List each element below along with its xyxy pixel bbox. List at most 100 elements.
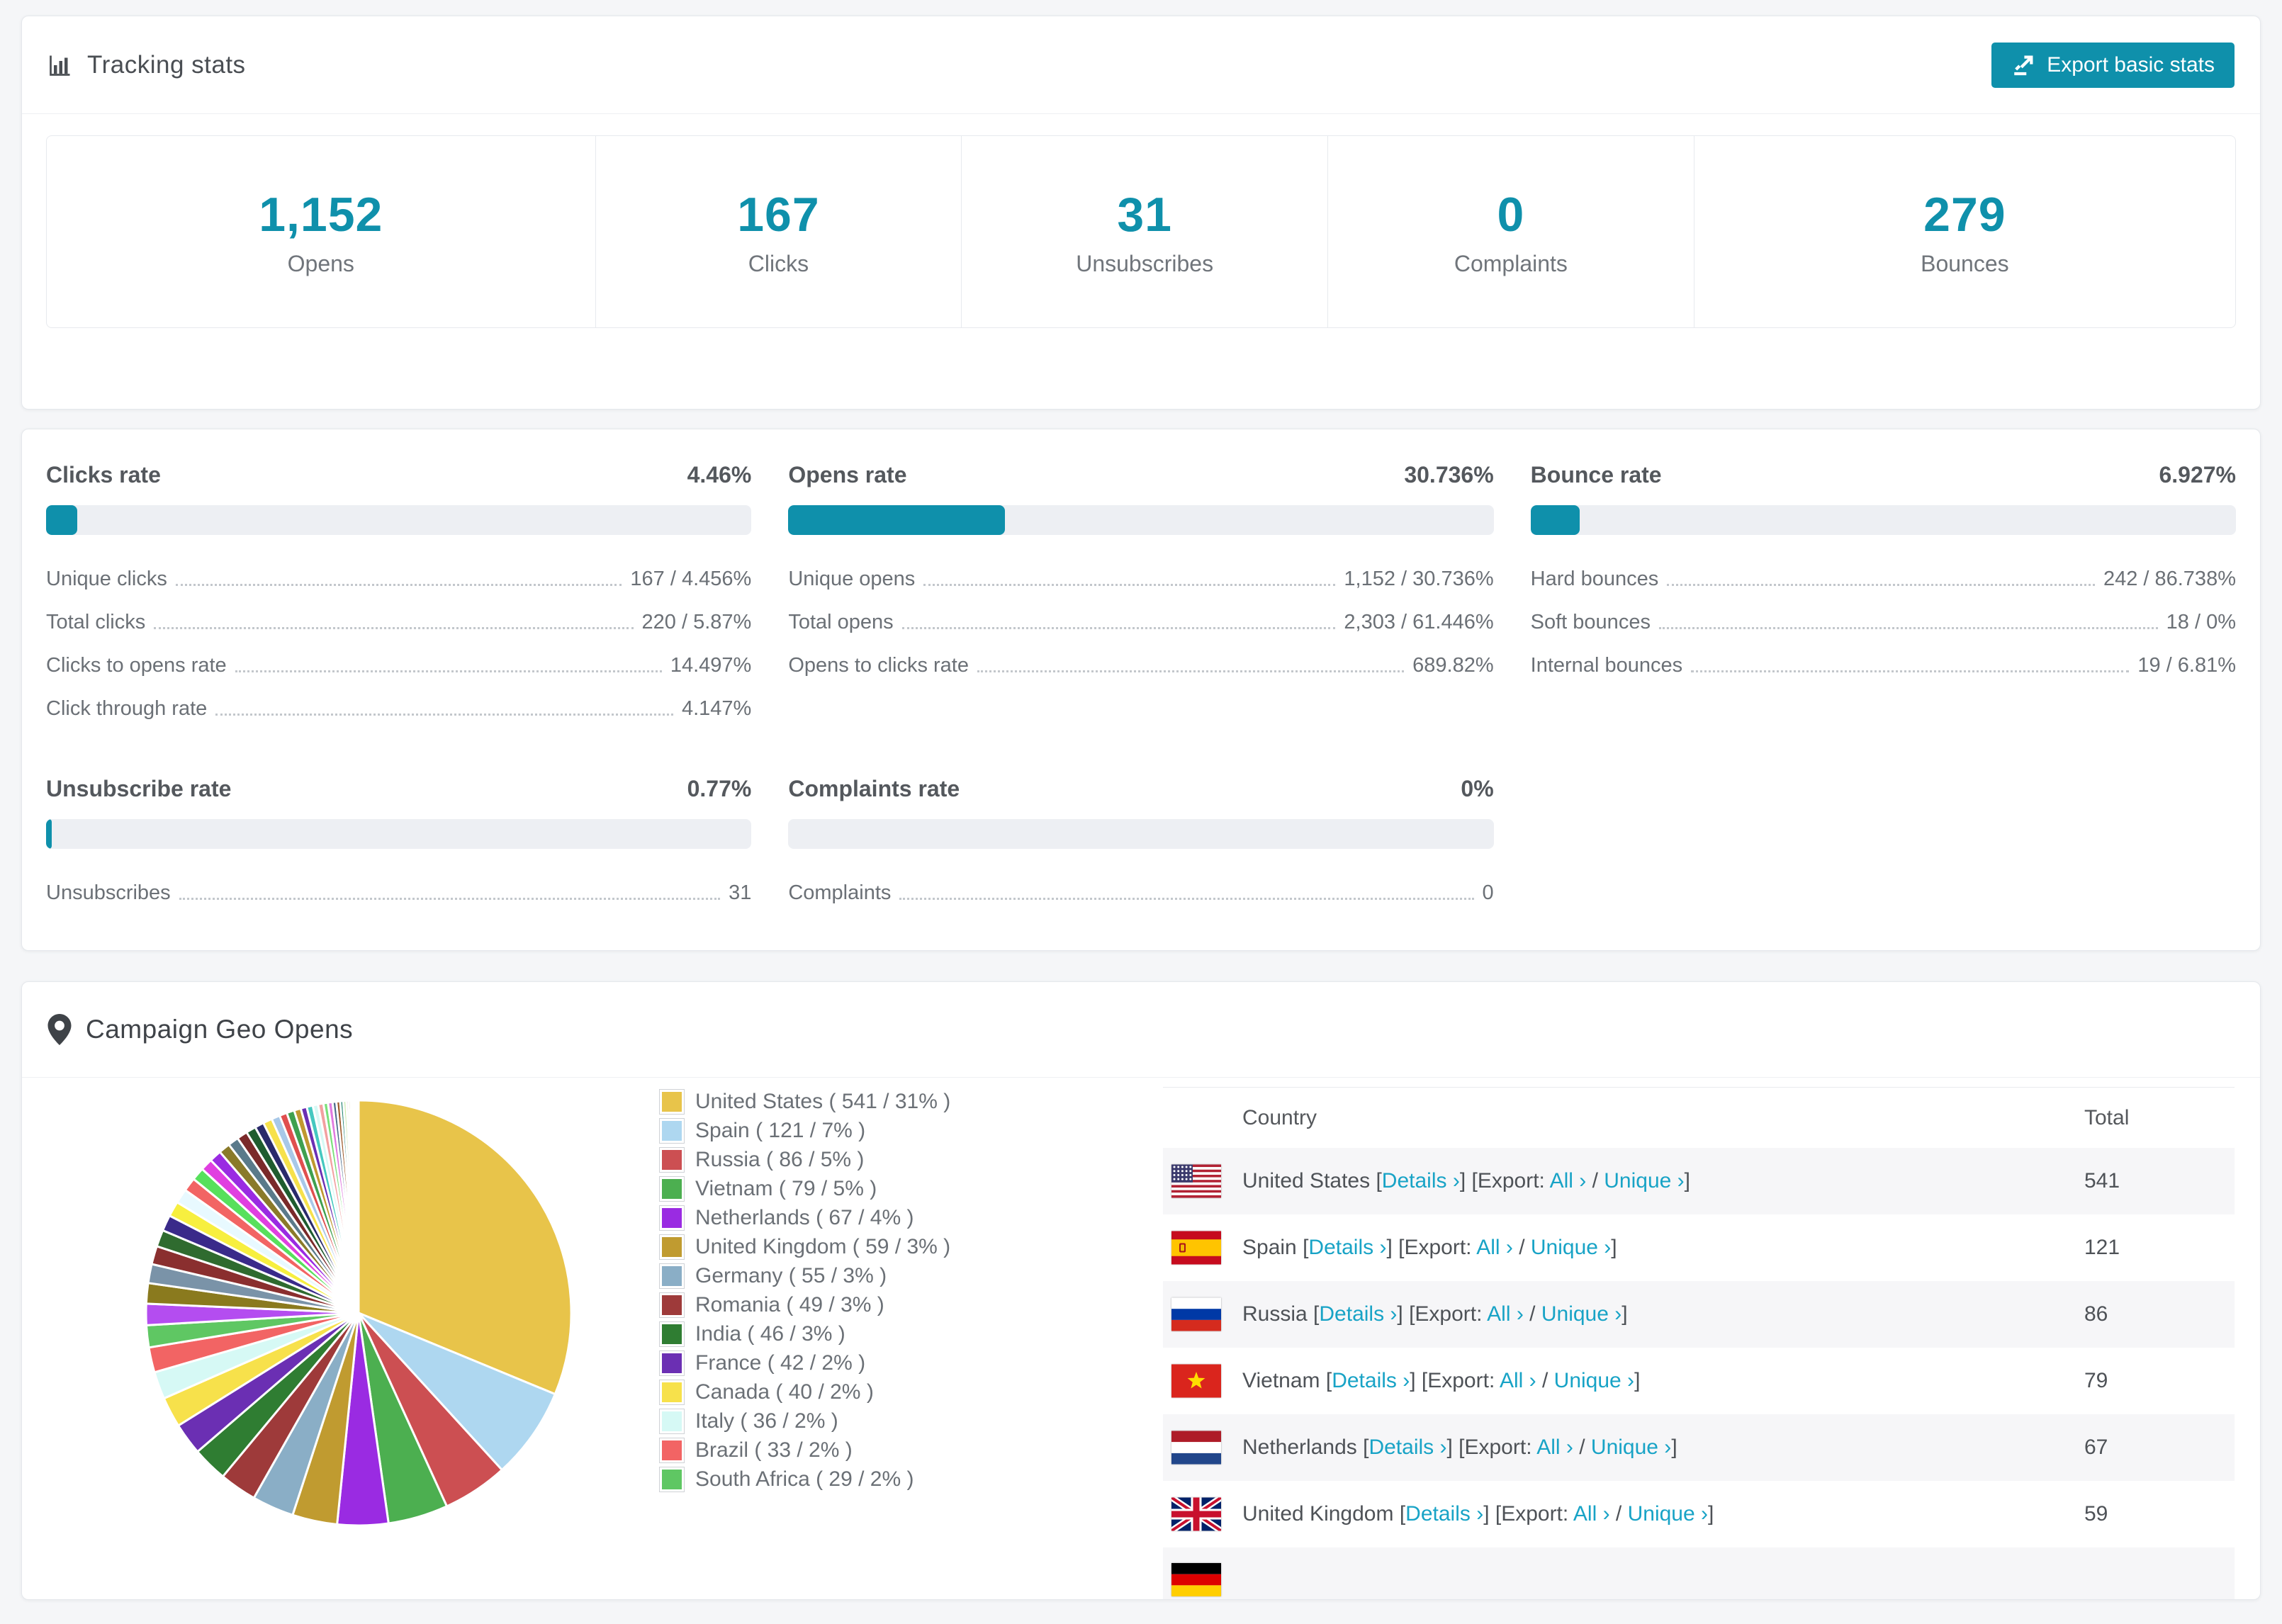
legend-label: Spain ( 121 / 7% ) — [695, 1118, 866, 1142]
country-cell: Russia [Details ›] [Export: All › / Uniq… — [1242, 1302, 1628, 1326]
legend-label: Romania ( 49 / 3% ) — [695, 1292, 884, 1316]
legend-swatch — [659, 1175, 685, 1202]
details-link[interactable]: Details › — [1319, 1302, 1397, 1326]
export-all-link[interactable]: All › — [1573, 1502, 1610, 1526]
legend-swatch — [659, 1437, 685, 1463]
rate-detail-value: 2,303 / 61.446% — [1344, 611, 1494, 633]
dotted-leader — [179, 898, 721, 900]
map-pin-icon — [47, 1014, 72, 1045]
rate-detail-label: Complaints — [788, 881, 892, 904]
legend-item-netherlands: Netherlands ( 67 / 4% ) — [659, 1203, 950, 1232]
rate-title: Clicks rate — [46, 462, 161, 487]
rate-detail-label: Unsubscribes — [46, 881, 171, 904]
rate-block-opens-rate: Opens rate 30.736% Unique opens 1,152 / … — [788, 462, 1494, 721]
legend-swatch — [659, 1466, 685, 1492]
stat-label: Bounces — [1921, 250, 2009, 276]
rate-detail-value: 18 / 0% — [2166, 611, 2236, 633]
dotted-leader — [175, 584, 622, 586]
export-unique-link[interactable]: Unique › — [1554, 1369, 1634, 1392]
legend-swatch — [659, 1292, 685, 1318]
legend-item-italy: Italy ( 36 / 2% ) — [659, 1406, 950, 1436]
stat-value: 0 — [1497, 187, 1525, 242]
geo-country-table: Country Total United States [Details ›] … — [1163, 1087, 2235, 1599]
country-name: Russia — [1242, 1302, 1308, 1326]
rate-detail-row: Complaints 0 — [788, 881, 1493, 905]
export-unique-link[interactable]: Unique › — [1604, 1169, 1684, 1192]
rate-detail-label: Hard bounces — [1530, 568, 1659, 590]
rate-progressbar — [788, 819, 1494, 849]
geo-table-row-us: United States [Details ›] [Export: All ›… — [1163, 1148, 2235, 1214]
column-country: Country — [1242, 1105, 1317, 1129]
country-name: Spain — [1242, 1236, 1297, 1259]
country-cell: Spain [Details ›] [Export: All › / Uniqu… — [1242, 1236, 1617, 1259]
legend-label: Italy ( 36 / 2% ) — [695, 1409, 838, 1433]
stat-label: Unsubscribes — [1076, 250, 1214, 276]
legend-label: United Kingdom ( 59 / 3% ) — [695, 1234, 951, 1258]
rate-title: Complaints rate — [788, 776, 960, 801]
export-all-link[interactable]: All › — [1536, 1436, 1573, 1459]
rate-percent: 0.77% — [687, 776, 752, 801]
legend-swatch — [659, 1379, 685, 1405]
legend-swatch — [659, 1117, 685, 1144]
rate-detail-row: Soft bounces 18 / 0% — [1531, 611, 2236, 634]
tracking-stats-card: Tracking stats Export basic stats 1,152 … — [21, 16, 2261, 410]
rate-percent: 6.927% — [2159, 462, 2236, 487]
details-link[interactable]: Details › — [1332, 1369, 1410, 1392]
legend-label: Canada ( 40 / 2% ) — [695, 1380, 874, 1404]
country-cell: United Kingdom [Details ›] [Export: All … — [1242, 1502, 1714, 1526]
dotted-leader — [923, 584, 1336, 586]
export-button-label: Export basic stats — [2047, 52, 2215, 77]
details-link[interactable]: Details › — [1382, 1169, 1460, 1192]
total-cell: 67 — [2084, 1436, 2108, 1459]
geo-table-row-nl: Netherlands [Details ›] [Export: All › /… — [1163, 1414, 2235, 1481]
legend-item-vietnam: Vietnam ( 79 / 5% ) — [659, 1174, 950, 1203]
stat-label: Clicks — [748, 250, 809, 276]
column-total: Total — [2084, 1105, 2130, 1129]
rate-detail-row: Unique clicks 167 / 4.456% — [46, 568, 751, 591]
flag-gb-icon — [1171, 1497, 1221, 1531]
rate-detail-label: Soft bounces — [1530, 611, 1651, 633]
stat-cell-opens: 1,152 Opens — [47, 136, 595, 327]
details-link[interactable]: Details › — [1308, 1236, 1386, 1259]
geo-table-row-de-partial — [1163, 1547, 2235, 1599]
rate-block-unsubscribe-rate: Unsubscribe rate 0.77% Unsubscribes 31 — [46, 776, 752, 905]
export-unique-link[interactable]: Unique › — [1591, 1436, 1671, 1459]
dotted-leader — [1691, 670, 2130, 672]
page-title: Tracking stats — [87, 50, 246, 79]
legend-item-united-states: United States ( 541 / 31% ) — [659, 1087, 951, 1116]
export-all-link[interactable]: All › — [1487, 1302, 1524, 1326]
export-basic-stats-button[interactable]: Export basic stats — [1991, 42, 2235, 88]
rate-progressbar-fill — [46, 819, 52, 849]
geo-table-row-gb: United Kingdom [Details ›] [Export: All … — [1163, 1481, 2235, 1547]
rates-card: Clicks rate 4.46% Unique clicks 167 / 4.… — [21, 429, 2261, 951]
export-all-link[interactable]: All › — [1476, 1236, 1513, 1259]
legend-swatch — [659, 1088, 685, 1115]
rate-detail-value: 1,152 / 30.736% — [1344, 568, 1494, 590]
rate-detail-row: Clicks to opens rate 14.497% — [46, 654, 751, 677]
rate-detail-label: Unique opens — [788, 568, 916, 590]
stat-value: 279 — [1923, 187, 2006, 242]
rate-progressbar-fill — [788, 505, 1006, 535]
rate-detail-value: 14.497% — [670, 654, 752, 677]
rate-heading: Clicks rate 4.46% — [46, 462, 751, 488]
dotted-leader — [154, 627, 634, 629]
export-unique-link[interactable]: Unique › — [1541, 1302, 1621, 1326]
stat-cell-bounces: 279 Bounces — [1693, 136, 2235, 327]
legend-item-france: France ( 42 / 2% ) — [659, 1348, 950, 1377]
export-unique-link[interactable]: Unique › — [1531, 1236, 1611, 1259]
legend-label: United States ( 541 / 31% ) — [695, 1089, 951, 1113]
export-all-link[interactable]: All › — [1550, 1169, 1587, 1192]
legend-swatch — [659, 1263, 685, 1289]
geo-table-header: Country Total — [1163, 1088, 2235, 1148]
geo-opens-pie-chart — [145, 1099, 573, 1527]
stats-strip: 1,152 Opens 167 Clicks 31 Unsubscribes 0 Co… — [46, 135, 2236, 328]
legend-label: Russia ( 86 / 5% ) — [695, 1147, 865, 1171]
details-link[interactable]: Details › — [1368, 1436, 1446, 1459]
rate-detail-label: Total clicks — [46, 611, 146, 633]
export-unique-link[interactable]: Unique › — [1628, 1502, 1708, 1526]
legend-swatch — [659, 1350, 685, 1376]
export-all-link[interactable]: All › — [1500, 1369, 1536, 1392]
total-cell: 121 — [2084, 1236, 2120, 1259]
rate-detail-value: 220 / 5.87% — [641, 611, 752, 633]
details-link[interactable]: Details › — [1405, 1502, 1483, 1526]
